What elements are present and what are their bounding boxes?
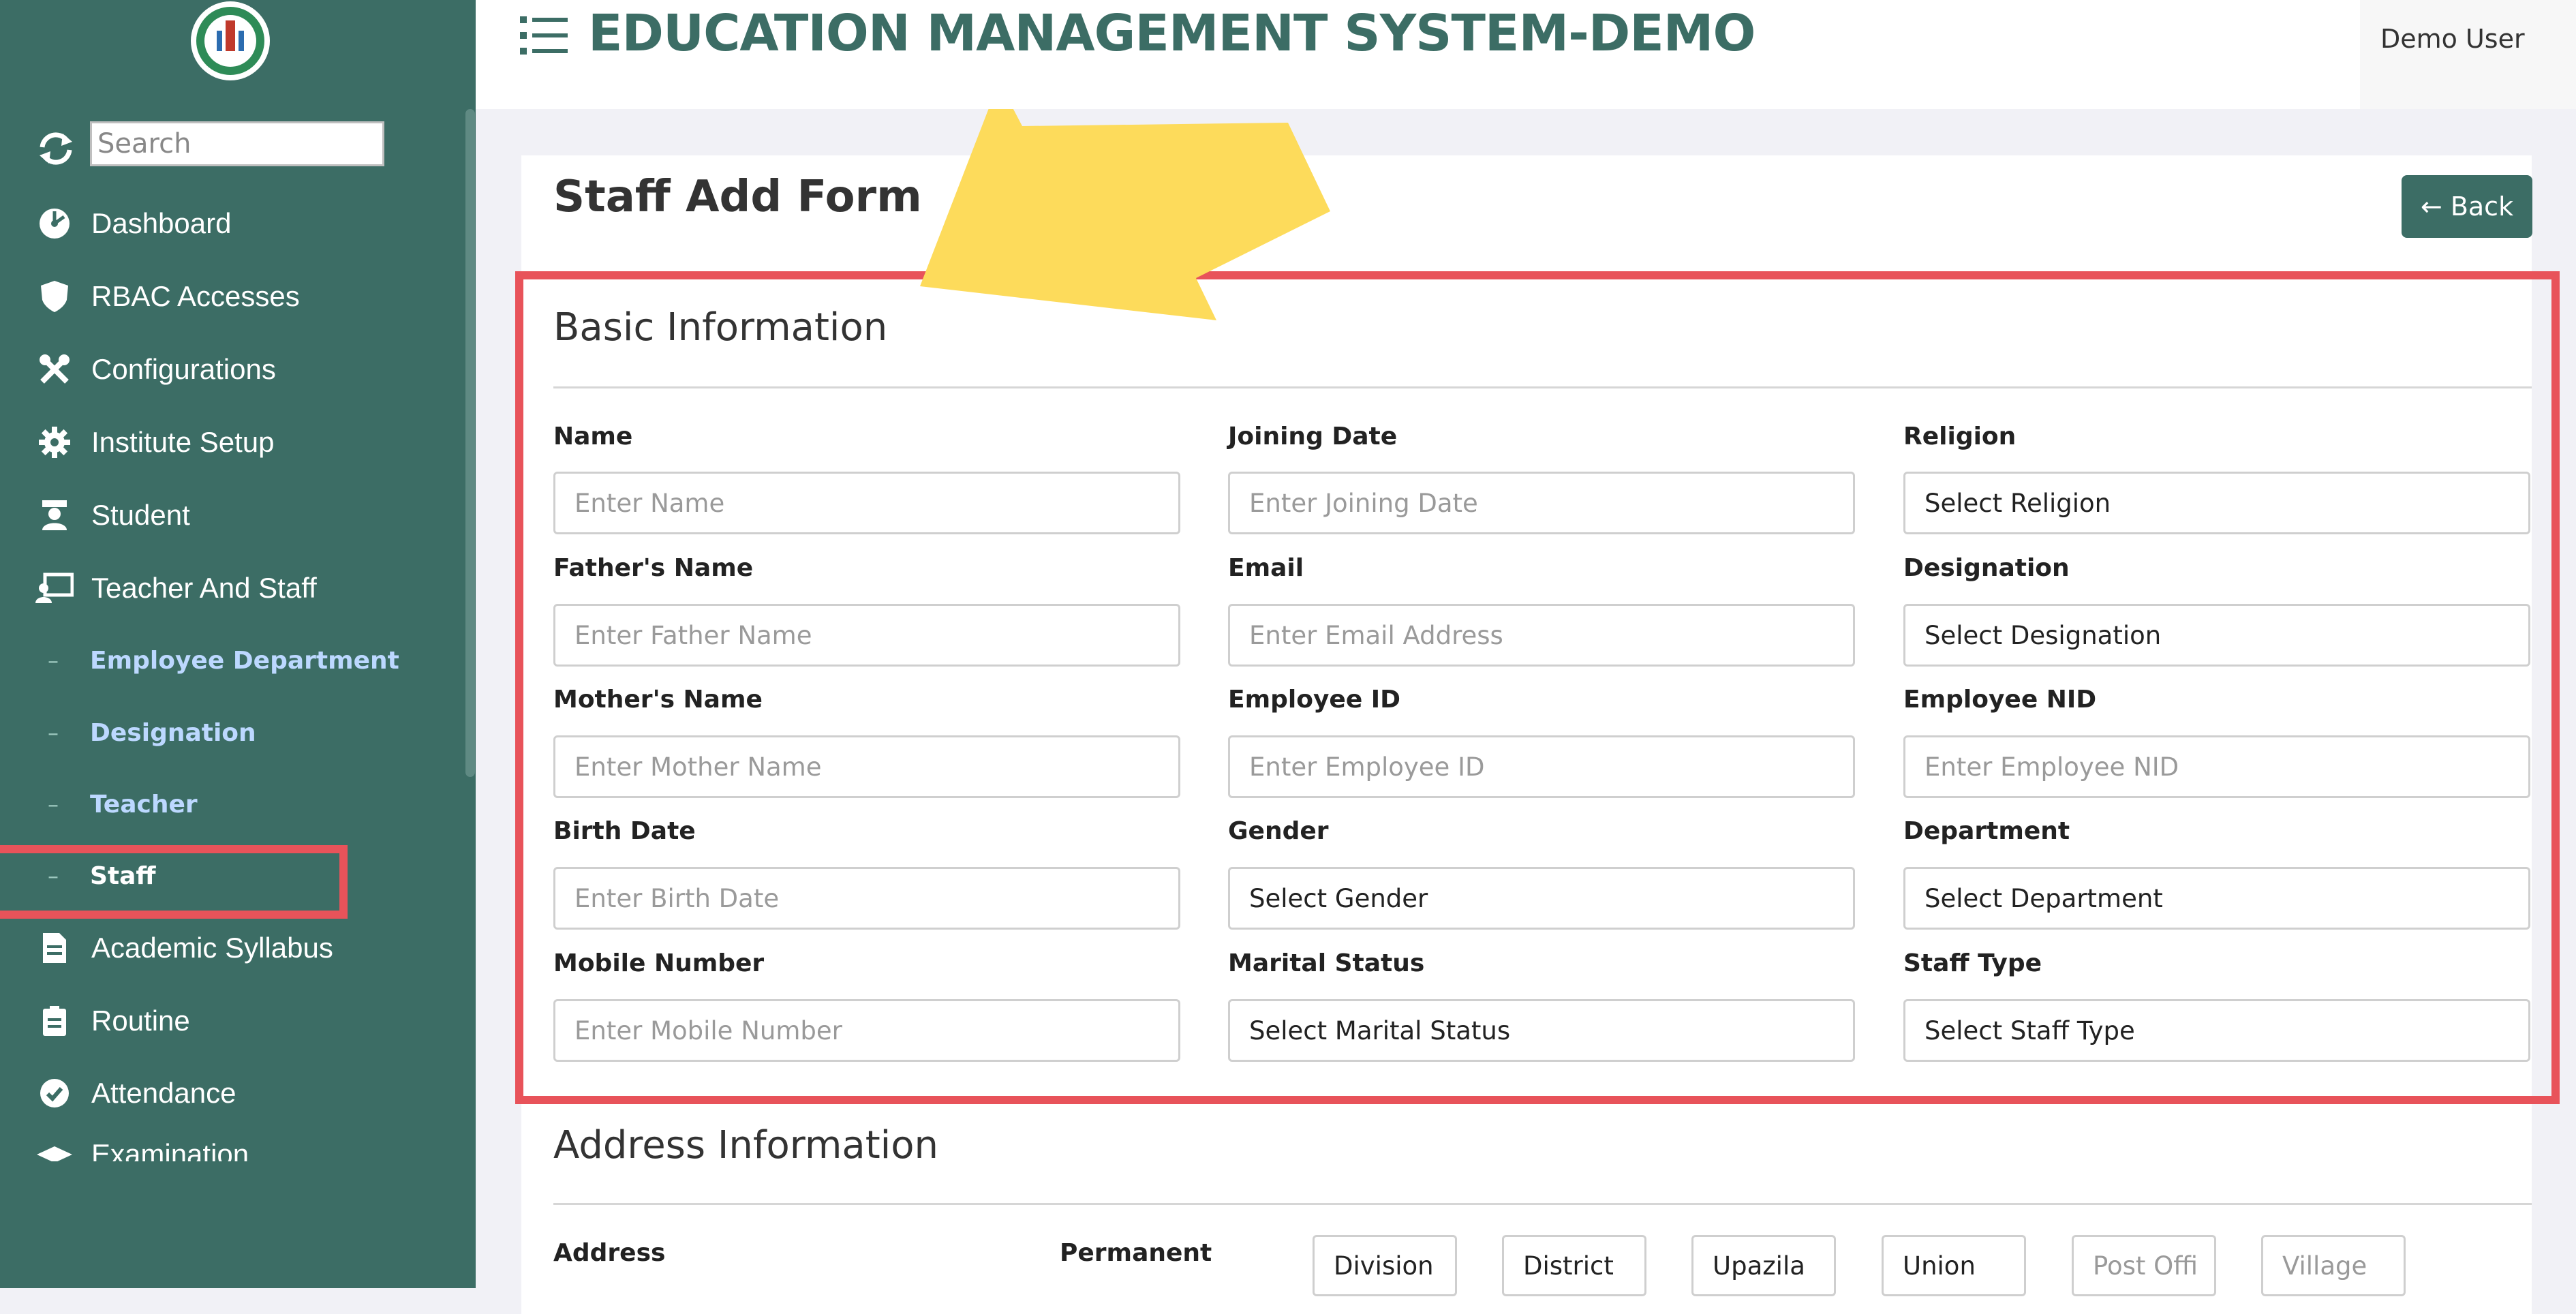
- clipboard-icon: [35, 1002, 74, 1040]
- sidebar-item-label: Configurations: [91, 353, 276, 385]
- teacher-icon: [35, 569, 74, 607]
- back-button[interactable]: ← Back: [2402, 175, 2532, 238]
- sidebar: Dashboard RBAC Accesses Configurations I…: [0, 0, 476, 1288]
- permanent-label: Permanent: [1060, 1239, 1212, 1267]
- graduate-icon: [35, 496, 74, 534]
- sidebar-item-label: Routine: [91, 1005, 190, 1037]
- staff-highlight-box: [0, 845, 348, 919]
- sidebar-item-label: Institute Setup: [91, 426, 275, 458]
- arrow-left-icon: ←: [2420, 192, 2451, 221]
- sidebar-item-label: Academic Syllabus: [91, 932, 333, 964]
- graduation-cap-icon: [35, 1138, 74, 1161]
- address-select[interactable]: District: [1502, 1235, 1646, 1296]
- refresh-icon[interactable]: [35, 128, 76, 169]
- sidebar-item-institute-setup[interactable]: Institute Setup: [35, 415, 458, 470]
- sidebar-subitem-teacher[interactable]: – Teacher: [48, 780, 198, 828]
- sidebar-subitem-employee-department[interactable]: – Employee Department: [48, 637, 399, 684]
- sidebar-item-rbac[interactable]: RBAC Accesses: [35, 269, 458, 324]
- sidebar-scrollbar[interactable]: [465, 109, 475, 777]
- top-bar: EDUCATION MANAGEMENT SYSTEM-DEMO Demo Us…: [476, 0, 2576, 109]
- sidebar-item-label: RBAC Accesses: [91, 280, 300, 312]
- sidebar-item-configurations[interactable]: Configurations: [35, 342, 458, 397]
- address-input[interactable]: Post Offi: [2072, 1235, 2216, 1296]
- sidebar-item-label: Examination: [91, 1138, 249, 1161]
- user-menu[interactable]: Demo User: [2360, 0, 2576, 109]
- sidebar-item-label: Attendance: [91, 1077, 236, 1109]
- sidebar-subitem-label: Employee Department: [90, 646, 399, 675]
- page-title: Staff Add Form: [553, 172, 922, 222]
- dashboard-icon: [35, 204, 74, 243]
- sidebar-item-student[interactable]: Student: [35, 488, 458, 543]
- section-divider: [553, 1203, 2532, 1205]
- highlight-box: [515, 271, 2560, 1104]
- sidebar-subitem-label: Designation: [90, 718, 256, 747]
- dash-icon: –: [48, 791, 59, 817]
- sidebar-item-teacher-and-staff[interactable]: Teacher And Staff: [35, 561, 458, 615]
- sidebar-item-dashboard[interactable]: Dashboard: [35, 196, 458, 251]
- search-input[interactable]: [90, 121, 384, 166]
- address-label: Address: [553, 1239, 666, 1267]
- dash-icon: –: [48, 647, 59, 673]
- sidebar-item-label: Dashboard: [91, 207, 232, 239]
- callout-arrow-icon: [920, 109, 1330, 320]
- sidebar-item-attendance[interactable]: Attendance: [35, 1066, 458, 1120]
- section-title-address: Address Information: [553, 1123, 938, 1167]
- sidebar-item-label: Student: [91, 499, 190, 531]
- sidebar-item-academic-syllabus[interactable]: Academic Syllabus: [35, 921, 458, 975]
- dash-icon: –: [48, 720, 59, 746]
- document-icon: [35, 929, 74, 967]
- sidebar-subitem-designation[interactable]: – Designation: [48, 709, 256, 757]
- list-menu-icon[interactable]: [520, 14, 569, 57]
- check-circle-icon: [35, 1074, 74, 1112]
- address-select[interactable]: Upazila: [1691, 1235, 1836, 1296]
- sidebar-item-examination[interactable]: Examination: [35, 1138, 458, 1161]
- gear-icon: [35, 423, 74, 461]
- address-select[interactable]: Division: [1313, 1235, 1457, 1296]
- tools-icon: [35, 350, 74, 388]
- sidebar-item-routine[interactable]: Routine: [35, 994, 458, 1048]
- institute-logo: [186, 0, 275, 85]
- shield-icon: [35, 277, 74, 316]
- app-title: EDUCATION MANAGEMENT SYSTEM-DEMO: [588, 4, 1755, 63]
- back-button-label: Back: [2450, 192, 2514, 221]
- sidebar-item-label: Teacher And Staff: [91, 572, 317, 604]
- address-input[interactable]: Village: [2261, 1235, 2406, 1296]
- address-select[interactable]: Union: [1882, 1235, 2026, 1296]
- sidebar-subitem-label: Teacher: [90, 790, 198, 819]
- user-name: Demo User: [2380, 24, 2525, 54]
